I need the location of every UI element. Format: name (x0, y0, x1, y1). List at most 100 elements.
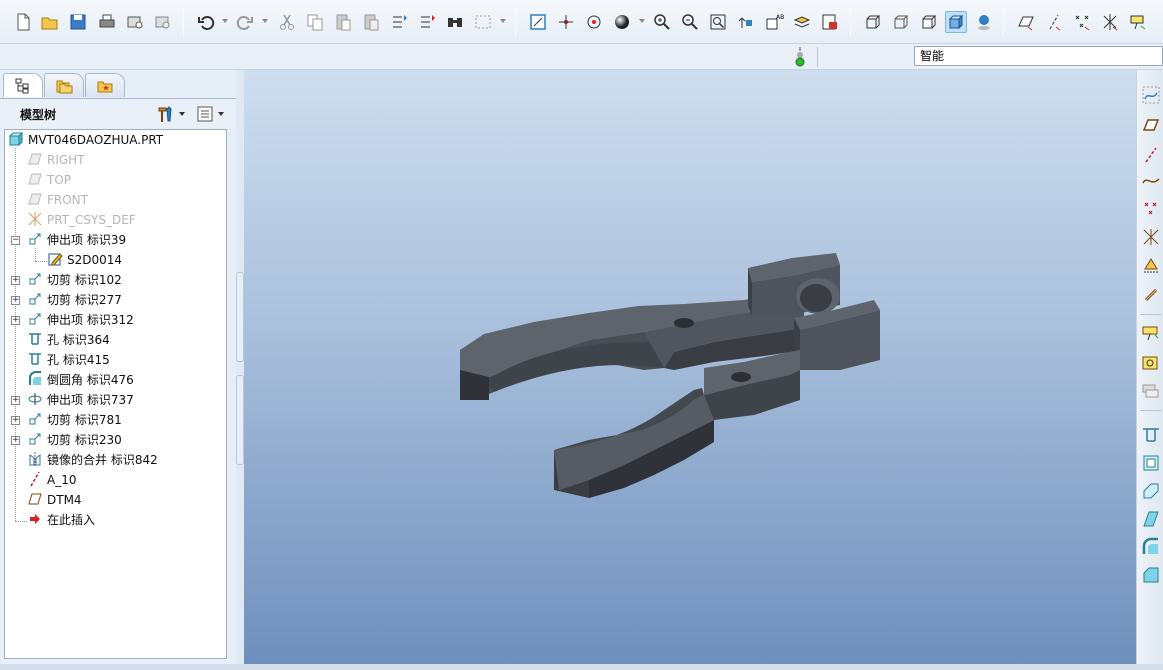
redo-dropdown-icon[interactable] (262, 19, 268, 23)
datum-point-tool-icon[interactable] (1140, 198, 1162, 220)
offset-sketch-tool-icon[interactable] (1140, 352, 1162, 374)
open-folder-icon[interactable] (39, 11, 61, 33)
tree-item-cut-102[interactable]: 切剪 标识102 (27, 270, 122, 290)
layers-icon[interactable] (791, 11, 813, 33)
datum-axis-display-icon[interactable] (1043, 11, 1065, 33)
datum-axis-icon (27, 471, 43, 487)
tree-item-round-476[interactable]: 倒圆角 标识476 (27, 370, 134, 390)
tree-item-front[interactable]: FRONT (27, 190, 88, 210)
tree-item-hole-364[interactable]: 孔 标识364 (27, 330, 110, 350)
expand-toggle[interactable]: + (11, 316, 20, 325)
datum-axis-tool-icon[interactable] (1140, 144, 1162, 166)
tree-item-top[interactable]: TOP (27, 170, 71, 190)
send-mail-icon[interactable] (124, 11, 146, 33)
tree-item-right[interactable]: RIGHT (27, 150, 85, 170)
csys-display-icon[interactable] (1099, 11, 1121, 33)
sketch-curve-tool-icon[interactable] (1140, 84, 1162, 106)
datum-plane-display-icon[interactable] (1015, 11, 1037, 33)
shell-tool-icon[interactable] (1140, 452, 1162, 474)
tree-item-cut-781[interactable]: 切剪 标识781 (27, 410, 122, 430)
draft-tool-icon[interactable] (1140, 508, 1162, 530)
select-box-icon[interactable] (472, 11, 494, 33)
redo-icon[interactable] (234, 11, 256, 33)
cut-icon[interactable] (276, 11, 298, 33)
refit-icon[interactable] (707, 11, 729, 33)
tab-favorites[interactable] (85, 73, 125, 97)
tree-item-protrusion-737[interactable]: 伸出项 标识737 (27, 390, 134, 410)
tab-model-tree[interactable] (3, 73, 43, 97)
expand-toggle[interactable]: + (11, 436, 20, 445)
zoom-in-icon[interactable] (651, 11, 673, 33)
new-file-icon[interactable] (12, 11, 34, 33)
regen-manager-icon[interactable] (416, 11, 438, 33)
wireframe-icon[interactable] (862, 11, 884, 33)
tree-settings-button[interactable] (156, 103, 186, 125)
find-binoculars-icon[interactable] (444, 11, 466, 33)
panel-splitter-grip[interactable] (236, 375, 244, 465)
saved-views-icon[interactable]: AB (763, 11, 785, 33)
repaint-icon[interactable] (527, 11, 549, 33)
orient-mode-icon[interactable] (583, 11, 605, 33)
hole-tool-icon[interactable] (1140, 424, 1162, 446)
tree-item-cut-277[interactable]: 切剪 标识277 (27, 290, 122, 310)
undo-dropdown-icon[interactable] (222, 19, 228, 23)
sketch-copy-tool-icon[interactable] (1140, 380, 1162, 402)
tree-item-protrusion-312[interactable]: 伸出项 标识312 (27, 310, 134, 330)
hole-icon (27, 331, 43, 347)
expand-toggle[interactable]: + (11, 416, 20, 425)
csys-tool-icon[interactable] (1140, 226, 1162, 248)
chamfer-tool-icon[interactable] (1140, 564, 1162, 586)
tree-show-button[interactable] (195, 103, 225, 125)
undo-icon[interactable] (195, 11, 217, 33)
regenerate-icon[interactable] (388, 11, 410, 33)
panel-splitter-grip[interactable] (236, 272, 244, 362)
gripper-model-3d[interactable] (244, 70, 1136, 664)
sketch-tool-icon[interactable] (1140, 322, 1162, 344)
tab-folder-browser[interactable] (44, 73, 84, 97)
copy-icon[interactable] (304, 11, 326, 33)
annotation-display-icon[interactable] (1127, 11, 1149, 33)
tree-item-label: A_10 (47, 473, 77, 487)
tree-root[interactable]: MVT046DAOZHUA.PRT (8, 130, 163, 150)
tree-item-dtm4[interactable]: DTM4 (27, 490, 82, 510)
rib-tool-icon[interactable] (1140, 480, 1162, 502)
paste-icon[interactable] (332, 11, 354, 33)
tree-item-csys[interactable]: PRT_CSYS_DEF (27, 210, 136, 230)
tree-item-cut-230[interactable]: 切剪 标识230 (27, 430, 122, 450)
select-dropdown-icon[interactable] (500, 19, 506, 23)
no-hidden-icon[interactable] (918, 11, 940, 33)
appearance-dropdown-icon[interactable] (639, 19, 645, 23)
datum-point-display-icon[interactable] (1071, 11, 1093, 33)
selection-filter-select[interactable]: 智能 (914, 46, 1163, 66)
tree-item-label: PRT_CSYS_DEF (47, 213, 136, 227)
tree-item-sketch[interactable]: S2D0014 (47, 250, 122, 270)
expand-toggle[interactable]: + (11, 276, 20, 285)
tree-item-axis-a10[interactable]: A_10 (27, 470, 76, 490)
zoom-out-icon[interactable] (679, 11, 701, 33)
graphics-viewport[interactable] (244, 70, 1136, 664)
tree-item-mirror-merge-842[interactable]: 镜像的合并 标识842 (27, 450, 158, 470)
enhanced-realism-icon[interactable] (973, 11, 995, 33)
collapse-toggle[interactable]: − (11, 236, 20, 245)
paste-special-icon[interactable] (360, 11, 382, 33)
view-manager-icon[interactable] (819, 11, 841, 33)
spin-center-icon[interactable] (555, 11, 577, 33)
round-tool-icon[interactable] (1140, 536, 1162, 558)
appearance-sphere-icon[interactable] (611, 11, 633, 33)
tree-item-protrusion-39[interactable]: 伸出项 标识39 (27, 230, 126, 250)
save-icon[interactable] (67, 11, 89, 33)
hidden-line-icon[interactable] (890, 11, 912, 33)
analysis-tool-icon[interactable] (1140, 254, 1162, 276)
print-icon[interactable] (96, 11, 118, 33)
datum-curve-tool-icon[interactable] (1140, 170, 1162, 192)
chain-tool-icon[interactable] (1140, 284, 1162, 306)
svg-text:AB: AB (776, 14, 784, 21)
expand-toggle[interactable]: + (11, 296, 20, 305)
shading-icon[interactable] (945, 11, 967, 33)
tree-item-insert-here[interactable]: 在此插入 (27, 510, 95, 530)
reorient-icon[interactable] (735, 11, 757, 33)
send-link-icon[interactable] (152, 11, 174, 33)
datum-plane-tool-icon[interactable] (1140, 114, 1162, 136)
expand-toggle[interactable]: + (11, 396, 20, 405)
tree-item-hole-415[interactable]: 孔 标识415 (27, 350, 110, 370)
